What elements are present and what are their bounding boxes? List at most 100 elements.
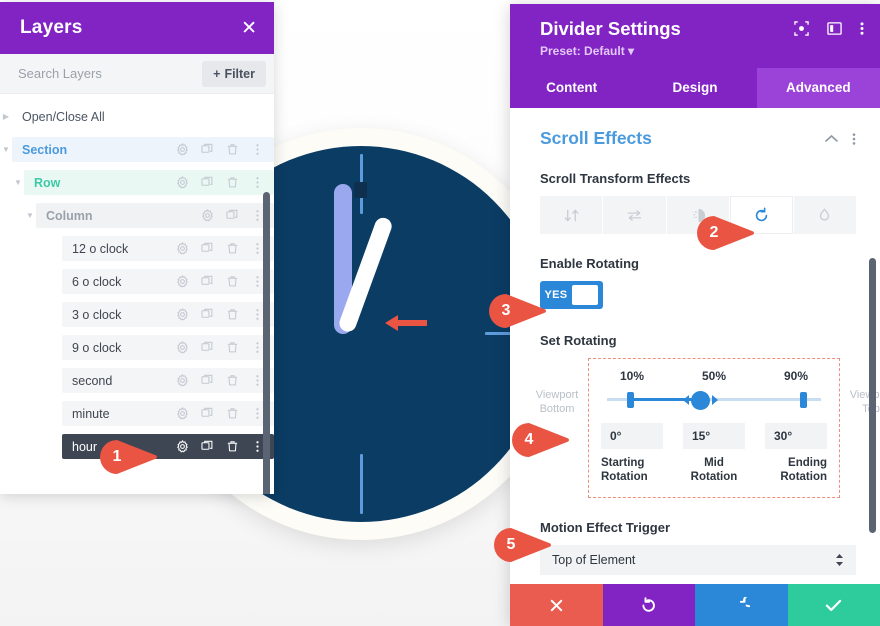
duplicate-icon[interactable] xyxy=(201,176,214,189)
gear-icon[interactable] xyxy=(176,176,189,189)
layer-row-body[interactable]: 12 o clock xyxy=(62,236,274,261)
tab-advanced[interactable]: Advanced xyxy=(756,68,880,108)
layer-row-body[interactable]: Row xyxy=(24,170,274,195)
vertical-motion-icon[interactable] xyxy=(540,196,604,234)
chevron-right-icon[interactable]: ▶ xyxy=(0,112,12,121)
layer-row-column[interactable]: ▼ Column xyxy=(0,203,274,228)
duplicate-icon[interactable] xyxy=(201,143,214,156)
trash-icon[interactable] xyxy=(226,440,239,453)
redo-button[interactable] xyxy=(695,584,788,626)
rotation-input-0[interactable]: 0° xyxy=(601,423,663,449)
layer-row-body[interactable]: 6 o clock xyxy=(62,269,274,294)
layer-row-body[interactable]: Section xyxy=(12,137,274,162)
duplicate-icon[interactable] xyxy=(201,374,214,387)
duplicate-icon[interactable] xyxy=(201,407,214,420)
undo-button[interactable] xyxy=(602,584,695,626)
toggle-knob xyxy=(572,285,598,305)
trash-icon[interactable] xyxy=(226,407,239,420)
kebab-icon[interactable] xyxy=(251,176,264,189)
layer-row-body[interactable]: hour xyxy=(62,434,274,459)
kebab-icon[interactable] xyxy=(852,132,856,146)
slider-stop-end[interactable] xyxy=(800,392,807,408)
kebab-icon[interactable] xyxy=(251,143,264,156)
trash-icon[interactable] xyxy=(226,308,239,321)
viewport-bottom-line1: Viewport xyxy=(535,389,579,401)
horizontal-motion-icon[interactable] xyxy=(603,196,667,234)
filter-button[interactable]: + Filter xyxy=(202,60,266,87)
rotation-caption-2: Ending Rotation xyxy=(765,456,827,485)
layers-panel-title: Layers xyxy=(20,17,83,38)
gear-icon[interactable] xyxy=(176,308,189,321)
layer-row-body[interactable]: 9 o clock xyxy=(62,335,274,360)
clock-marker-6[interactable] xyxy=(360,454,363,514)
settings-panel-scrollbar[interactable] xyxy=(869,258,876,533)
duplicate-icon[interactable] xyxy=(226,209,239,222)
preset-selector[interactable]: Preset: Default ▾ xyxy=(540,44,864,58)
tab-content[interactable]: Content xyxy=(510,68,633,108)
chevron-down-icon[interactable]: ▼ xyxy=(0,145,12,154)
caption-line2: Rotation xyxy=(601,471,648,484)
enable-rotating-toggle[interactable]: YES xyxy=(540,281,603,309)
gear-icon[interactable] xyxy=(201,209,214,222)
layer-row-hour[interactable]: hour xyxy=(0,434,274,459)
layer-row-3-o-clock[interactable]: 3 o clock xyxy=(0,302,274,327)
gear-icon[interactable] xyxy=(176,407,189,420)
close-icon[interactable]: ✕ xyxy=(241,19,257,38)
chevron-down-icon: ▾ xyxy=(628,44,635,58)
gear-icon[interactable] xyxy=(176,440,189,453)
caption-line2: Rotation xyxy=(690,471,738,484)
duplicate-icon[interactable] xyxy=(201,242,214,255)
layer-row-body[interactable]: second xyxy=(62,368,274,393)
open-close-all-row[interactable]: ▶ Open/Close All xyxy=(0,104,274,129)
kebab-icon[interactable] xyxy=(860,21,864,36)
motion-effect-trigger-value: Top of Element xyxy=(552,552,636,567)
trash-icon[interactable] xyxy=(226,242,239,255)
layers-panel-scrollbar[interactable] xyxy=(263,192,270,494)
chevron-down-icon[interactable]: ▼ xyxy=(12,178,24,187)
duplicate-icon[interactable] xyxy=(201,308,214,321)
rotation-input-1[interactable]: 15° xyxy=(683,423,745,449)
gear-icon[interactable] xyxy=(176,242,189,255)
gear-icon[interactable] xyxy=(176,374,189,387)
search-input[interactable] xyxy=(18,66,203,81)
rotation-slider[interactable] xyxy=(601,387,827,413)
layer-row-body[interactable]: 3 o clock xyxy=(62,302,274,327)
layer-row-9-o-clock[interactable]: 9 o clock xyxy=(0,335,274,360)
layer-row-minute[interactable]: minute xyxy=(0,401,274,426)
layer-row-actions xyxy=(176,407,274,420)
blur-drop-icon[interactable] xyxy=(793,196,857,234)
slider-stop-start[interactable] xyxy=(627,392,634,408)
duplicate-icon[interactable] xyxy=(201,341,214,354)
layer-row-second[interactable]: second xyxy=(0,368,274,393)
focus-icon[interactable] xyxy=(794,21,809,36)
trash-icon[interactable] xyxy=(226,275,239,288)
gear-icon[interactable] xyxy=(176,143,189,156)
tab-design[interactable]: Design xyxy=(633,68,756,108)
fade-icon[interactable] xyxy=(666,196,731,234)
chevron-up-icon[interactable] xyxy=(825,134,838,143)
layer-row-row[interactable]: ▼ Row xyxy=(0,170,274,195)
motion-effect-trigger-select[interactable]: Top of Element xyxy=(540,544,856,575)
left-arrow-icon xyxy=(385,315,427,331)
layer-row-6-o-clock[interactable]: 6 o clock xyxy=(0,269,274,294)
gear-icon[interactable] xyxy=(176,341,189,354)
gear-icon[interactable] xyxy=(176,275,189,288)
duplicate-icon[interactable] xyxy=(201,440,214,453)
layer-row-body[interactable]: Column xyxy=(36,203,274,228)
save-button[interactable] xyxy=(787,584,880,626)
layer-row-12-o-clock[interactable]: 12 o clock xyxy=(0,236,274,261)
trash-icon[interactable] xyxy=(226,143,239,156)
trash-icon[interactable] xyxy=(226,341,239,354)
chevron-down-icon[interactable]: ▼ xyxy=(24,211,36,220)
layer-row-body[interactable]: minute xyxy=(62,401,274,426)
rotation-input-2[interactable]: 30° xyxy=(765,423,827,449)
trash-icon[interactable] xyxy=(226,374,239,387)
slider-knob-mid[interactable] xyxy=(691,391,710,410)
trash-icon[interactable] xyxy=(226,176,239,189)
layer-label: 9 o clock xyxy=(72,340,122,355)
rotate-icon[interactable] xyxy=(730,196,794,234)
layer-row-section[interactable]: ▼ Section xyxy=(0,137,274,162)
layout-panel-icon[interactable] xyxy=(827,21,842,36)
duplicate-icon[interactable] xyxy=(201,275,214,288)
cancel-button[interactable] xyxy=(510,584,603,626)
